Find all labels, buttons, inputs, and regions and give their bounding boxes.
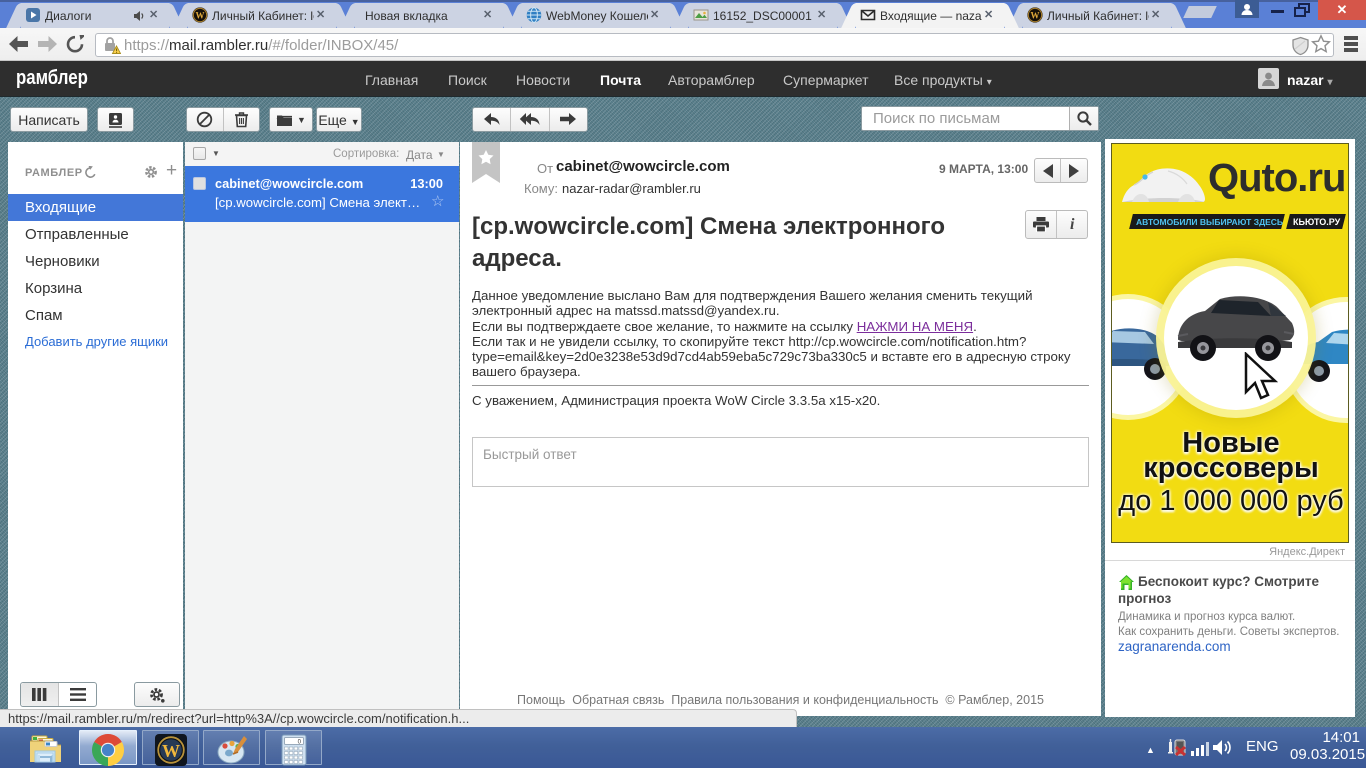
svg-text:W: W bbox=[162, 741, 180, 761]
svg-text:W: W bbox=[196, 10, 205, 20]
svg-text:W: W bbox=[1031, 10, 1040, 20]
